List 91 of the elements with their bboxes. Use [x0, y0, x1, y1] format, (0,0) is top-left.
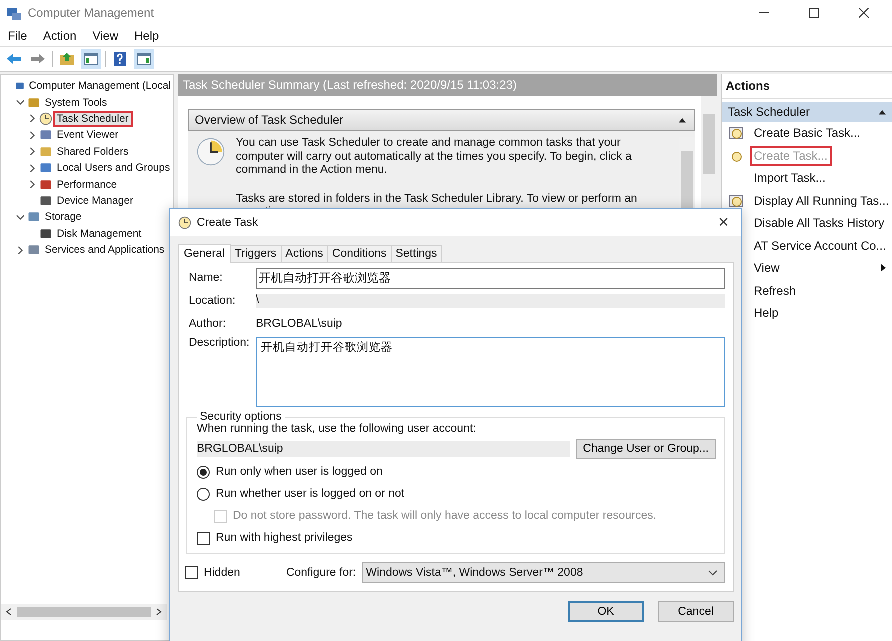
- field-label: Location:: [189, 295, 237, 307]
- account-prompt: When running the task, use the following user account:: [197, 423, 478, 435]
- menu-item[interactable]: Help: [134, 29, 160, 43]
- app-icon: [6, 5, 22, 21]
- action-link[interactable]: Help: [752, 305, 781, 322]
- overview-text: You can use Task Scheduler to create and manage common tasks that your computer will carry out automatically at the times you specify. To begin, click a command in the Action menu.: [236, 137, 633, 178]
- group-title: Security options: [199, 411, 283, 423]
- node-icon: [39, 128, 53, 142]
- node-icon: [27, 96, 41, 110]
- action-link[interactable]: Import Task...: [752, 170, 828, 186]
- account-field: BRGLOBAL\suip: [197, 441, 570, 457]
- console-tree-icon[interactable]: [81, 49, 101, 69]
- option-label: Run with highest privileges: [216, 532, 353, 544]
- tree-item[interactable]: Computer Management (Local: [27, 80, 173, 92]
- option-label: Hidden: [204, 566, 240, 578]
- node-icon: [39, 226, 53, 241]
- action-link[interactable]: AT Service Account Co...: [752, 238, 888, 254]
- action-link[interactable]: Create Basic Task...: [752, 125, 862, 142]
- cancel-button[interactable]: Cancel: [658, 601, 734, 622]
- tree-item[interactable]: Storage: [43, 211, 84, 224]
- node-icon: [39, 178, 53, 192]
- node-icon: [27, 243, 41, 258]
- name-field[interactable]: 开机自动打开谷歌浏览器: [256, 268, 725, 288]
- tree-item[interactable]: System Tools: [43, 96, 110, 109]
- maximize-icon[interactable]: [809, 8, 819, 18]
- tree-item[interactable]: Disk Management: [55, 228, 144, 240]
- field-label: Description:: [189, 337, 251, 349]
- radio-button[interactable]: [197, 466, 210, 478]
- description-field[interactable]: 开机自动打开谷歌浏览器: [256, 337, 725, 407]
- field-label: Name:: [189, 272, 224, 284]
- tree-item[interactable]: Event Viewer: [55, 129, 121, 142]
- section-header[interactable]: Overview of Task Scheduler: [188, 109, 695, 131]
- tree-item[interactable]: Performance: [55, 178, 120, 191]
- configure-dropdown[interactable]: Windows Vista™, Windows Server™ 2008: [362, 562, 725, 583]
- tree-item[interactable]: Device Manager: [55, 194, 136, 207]
- node-icon: [39, 144, 53, 159]
- tree-item[interactable]: Shared Folders: [55, 146, 131, 158]
- node-icon: [39, 161, 53, 176]
- author-value: BRGLOBAL\suip: [256, 318, 344, 330]
- close-icon[interactable]: [859, 8, 869, 18]
- expand-chevron-icon[interactable]: [28, 164, 37, 173]
- checkbox[interactable]: [185, 566, 198, 579]
- actions-section-header[interactable]: Task Scheduler: [722, 102, 892, 122]
- location-field: \: [256, 294, 725, 308]
- actions-header: Actions: [722, 74, 892, 99]
- ok-button[interactable]: OK: [568, 601, 644, 622]
- tab[interactable]: General: [178, 244, 231, 263]
- action-link[interactable]: View: [752, 260, 782, 276]
- collapse-arrow-icon[interactable]: [879, 110, 886, 114]
- option-label: Run only when user is logged on: [216, 466, 383, 478]
- change-user-button[interactable]: Change User or Group...: [576, 439, 716, 459]
- expand-chevron-icon[interactable]: [28, 130, 37, 140]
- tree-item[interactable]: Local Users and Groups: [55, 162, 172, 174]
- action-link[interactable]: Disable All Tasks History: [752, 215, 886, 232]
- menu-item[interactable]: Action: [43, 29, 77, 43]
- clock-icon: [178, 216, 192, 230]
- expand-chevron-icon[interactable]: [28, 147, 37, 156]
- option-label: Do not store password. The task will only have access to local computer resources.: [233, 510, 657, 522]
- menu-item[interactable]: File: [8, 29, 28, 43]
- clock-icon: [196, 137, 226, 167]
- expand-chevron-icon[interactable]: [28, 180, 37, 190]
- tab[interactable]: Triggers: [230, 245, 282, 262]
- tab[interactable]: Settings: [390, 245, 442, 262]
- checkbox[interactable]: [197, 532, 210, 544]
- node-icon: [27, 210, 41, 224]
- radio-button[interactable]: [197, 488, 210, 500]
- node-icon: [39, 112, 53, 126]
- field-label: Configure for:: [286, 566, 356, 578]
- action-pane-icon[interactable]: [134, 49, 154, 69]
- collapse-arrow-icon[interactable]: [679, 118, 686, 122]
- menu-item[interactable]: View: [92, 29, 118, 43]
- task-icon: [728, 125, 744, 142]
- submenu-arrow-icon: [881, 264, 886, 272]
- close-button[interactable]: ×: [714, 212, 733, 233]
- expand-chevron-icon[interactable]: [16, 246, 25, 255]
- action-link[interactable]: Refresh: [752, 282, 798, 299]
- scrollbar-thumb[interactable]: [681, 151, 693, 211]
- tree-item[interactable]: Services and Applications: [43, 244, 167, 256]
- scrollbar-thumb[interactable]: [17, 607, 151, 617]
- dialog-title: Create Task: [197, 216, 258, 228]
- node-icon: [39, 194, 53, 208]
- window-title: Computer Management: [28, 6, 154, 20]
- collapse-chevron-icon[interactable]: [16, 98, 25, 108]
- field-label: Author:: [189, 318, 228, 330]
- scrollbar-thumb[interactable]: [703, 114, 715, 174]
- expand-chevron-icon[interactable]: [28, 114, 37, 124]
- summary-header: Task Scheduler Summary (Last refreshed: 2020/9/15 11:03:23): [178, 74, 717, 96]
- action-link[interactable]: Display All Running Tas...: [752, 192, 892, 209]
- option-label: Run whether user is logged on or not: [216, 488, 405, 500]
- tree-item[interactable]: Task Scheduler: [55, 112, 131, 125]
- collapse-chevron-icon[interactable]: [16, 212, 25, 222]
